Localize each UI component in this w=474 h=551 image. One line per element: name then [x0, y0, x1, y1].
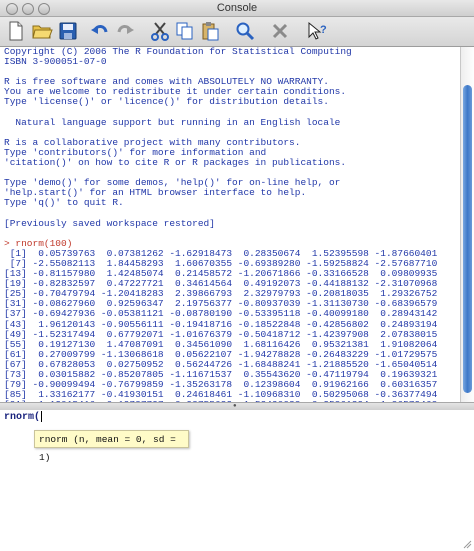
- r-console-window: Console ? Copyright (C) 2006 The R Found…: [0, 0, 474, 551]
- minimize-window-icon[interactable]: [22, 3, 34, 15]
- new-document-icon: [9, 21, 23, 41]
- vertical-scrollbar[interactable]: [460, 47, 474, 402]
- copy-icon: [176, 22, 193, 40]
- new-document-button[interactable]: [4, 20, 28, 42]
- redo-arrow-icon: [117, 25, 134, 34]
- console-line: ISBN 3-900051-07-0: [4, 56, 107, 68]
- close-window-icon[interactable]: [6, 3, 18, 15]
- text-cursor: [41, 411, 43, 422]
- window-title: Console: [216, 2, 258, 14]
- paste-button[interactable]: [198, 20, 222, 42]
- console-line: Type 'q()' to quit R.: [4, 197, 124, 209]
- floppy-disk-icon: [59, 22, 77, 40]
- zoom-window-icon[interactable]: [38, 3, 50, 15]
- toolbar: ?: [0, 17, 474, 47]
- console-line: 'citation()' on how to cite R or R packa…: [4, 157, 347, 169]
- function-signature-tooltip: rnorm (n, mean = 0, sd = 1): [34, 430, 189, 463]
- command-text: rnorm(: [4, 412, 41, 424]
- console-output: Copyright (C) 2006 The R Foundation for …: [0, 47, 460, 402]
- console-output-pane[interactable]: Copyright (C) 2006 The R Foundation for …: [0, 47, 460, 402]
- resize-grip-icon[interactable]: [462, 539, 472, 549]
- svg-text:?: ?: [320, 24, 327, 36]
- undo-arrow-icon: [91, 25, 108, 34]
- scissors-icon: [151, 22, 169, 41]
- console-line: [Previously saved workspace restored]: [4, 217, 215, 229]
- undo-button[interactable]: [88, 20, 112, 42]
- magnifier-icon: [236, 22, 255, 41]
- command-input-pane[interactable]: rnorm( rnorm (n, mean = 0, sd = 1): [0, 410, 474, 551]
- x-icon: [272, 23, 288, 39]
- copy-button[interactable]: [173, 20, 197, 42]
- command-input[interactable]: rnorm(: [4, 411, 43, 424]
- splitter-grip-icon[interactable]: ●: [233, 403, 237, 409]
- cut-button[interactable]: [148, 20, 172, 42]
- open-folder-icon: [32, 25, 53, 39]
- scrollbar-thumb[interactable]: [463, 85, 472, 393]
- title-bar[interactable]: Console: [0, 0, 474, 17]
- help-button[interactable]: ?: [305, 20, 329, 42]
- console-line: Type 'license()' or 'licence()' for dist…: [4, 96, 329, 108]
- redo-button[interactable]: [113, 20, 137, 42]
- console-line: Natural language support but running in …: [4, 116, 341, 128]
- find-button[interactable]: [233, 20, 257, 42]
- help-arrow-icon: ?: [308, 21, 327, 40]
- save-button[interactable]: [56, 20, 80, 42]
- open-folder-button[interactable]: [30, 20, 54, 42]
- clear-button[interactable]: [268, 20, 292, 42]
- paste-icon: [202, 22, 219, 41]
